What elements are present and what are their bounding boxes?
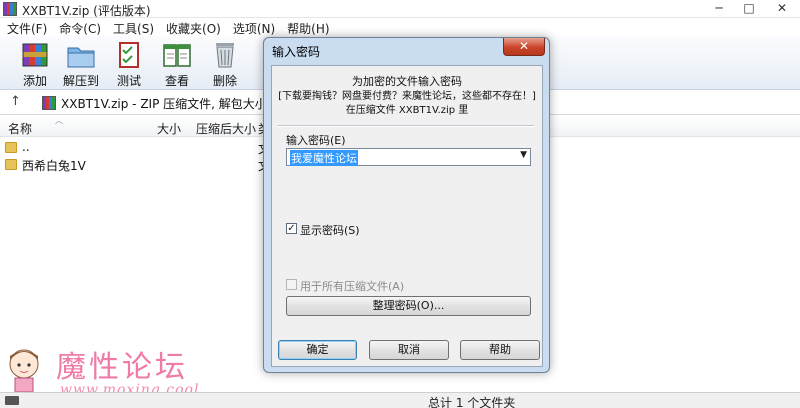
archive-icon: [42, 96, 56, 110]
show-password-checkbox[interactable]: ✓: [286, 223, 297, 234]
winrar-app-icon: [3, 2, 17, 16]
file-row[interactable]: .. 文: [0, 139, 270, 157]
extract-folder-icon: [67, 47, 95, 68]
test-label: 测试: [116, 74, 141, 88]
dialog-title: 输入密码: [272, 45, 321, 59]
test-checklist-icon: [119, 42, 139, 68]
password-value: 我爱魔性论坛: [290, 150, 358, 166]
minimize-button[interactable]: ─: [704, 0, 734, 18]
delete-label: 删除: [212, 74, 237, 88]
address-path[interactable]: XXBT1V.zip - ZIP 压缩文件, 解包大小为 6: [61, 95, 265, 112]
delete-button[interactable]: 删除: [200, 40, 250, 88]
file-row[interactable]: 西希白兔1V 文: [0, 156, 270, 174]
menu-commands[interactable]: 命令(C): [54, 18, 108, 36]
drive-icon: [5, 396, 19, 405]
view-button[interactable]: 查看: [152, 40, 202, 88]
menu-bar: 文件(F) 命令(C) 工具(S) 收藏夹(O) 选项(N) 帮助(H): [0, 18, 800, 36]
title-bar: XXBT1V.zip (评估版本) ─ □ ✕: [0, 0, 800, 18]
test-button[interactable]: 测试: [104, 40, 154, 88]
password-dialog: 输入密码 ✕ 为加密的文件输入密码 [下载要掏钱？网盘要付费？来魔性论坛，这些都…: [263, 37, 550, 373]
dialog-body: 为加密的文件输入密码 [下载要掏钱？网盘要付费？来魔性论坛，这些都不存在！] 在…: [271, 65, 543, 367]
menu-file[interactable]: 文件(F): [2, 18, 54, 36]
file-name: ..: [22, 140, 30, 154]
extract-to-button[interactable]: 解压到: [56, 40, 106, 88]
add-archive-icon: [22, 43, 48, 67]
password-input[interactable]: 我爱魔性论坛 ▼: [286, 148, 531, 166]
menu-favorites[interactable]: 收藏夹(O): [161, 18, 228, 36]
sort-caret-icon: ︿: [55, 116, 63, 125]
col-name[interactable]: 名称: [8, 120, 32, 137]
password-label: 输入密码(E): [286, 134, 346, 147]
help-button[interactable]: 帮助: [460, 340, 540, 360]
dropdown-arrow-icon[interactable]: ▼: [520, 150, 527, 160]
show-password-label: 显示密码(S): [300, 224, 360, 237]
add-label: 添加: [22, 74, 47, 88]
add-button[interactable]: 添加: [10, 40, 60, 88]
folder-icon: [5, 159, 17, 170]
menu-options[interactable]: 选项(N): [228, 18, 282, 36]
window-title: XXBT1V.zip (评估版本): [22, 4, 151, 18]
status-text: 总计 1 个文件夹: [428, 396, 516, 408]
delete-trash-icon: [216, 43, 234, 68]
watermark-title: 魔性论坛: [56, 350, 188, 385]
menu-help[interactable]: 帮助(H): [282, 18, 336, 36]
col-packed-size[interactable]: 压缩后大小: [196, 120, 256, 137]
all-archives-label: 用于所有压缩文件(A): [300, 280, 405, 293]
ok-button[interactable]: 确定: [278, 340, 357, 360]
organize-passwords-button[interactable]: 整理密码(O)...: [286, 296, 531, 316]
menu-tools[interactable]: 工具(S): [108, 18, 161, 36]
close-window-button[interactable]: ✕: [764, 0, 800, 18]
window-controls: ─ □ ✕: [704, 0, 800, 18]
dialog-close-button[interactable]: ✕: [503, 38, 545, 56]
view-book-icon: [163, 44, 191, 67]
dialog-separator: [278, 125, 534, 127]
dialog-header-line-2: [下载要掏钱？网盘要付费？来魔性论坛，这些都不存在！]: [278, 91, 536, 102]
view-label: 查看: [164, 74, 189, 88]
maximize-button[interactable]: □: [734, 0, 764, 18]
all-archives-checkbox[interactable]: [286, 279, 297, 290]
col-size[interactable]: 大小: [157, 120, 181, 137]
dialog-header-line-3: 在压缩文件 XXBT1V.zip 里: [345, 105, 469, 116]
folder-icon: [5, 142, 17, 153]
cancel-button[interactable]: 取消: [369, 340, 449, 360]
extract-to-label: 解压到: [62, 74, 99, 88]
status-bar: 总计 1 个文件夹: [0, 392, 800, 408]
up-arrow-icon[interactable]: ↑: [10, 94, 21, 109]
mascot-icon: [9, 349, 39, 393]
file-name: 西希白兔1V: [22, 159, 86, 173]
